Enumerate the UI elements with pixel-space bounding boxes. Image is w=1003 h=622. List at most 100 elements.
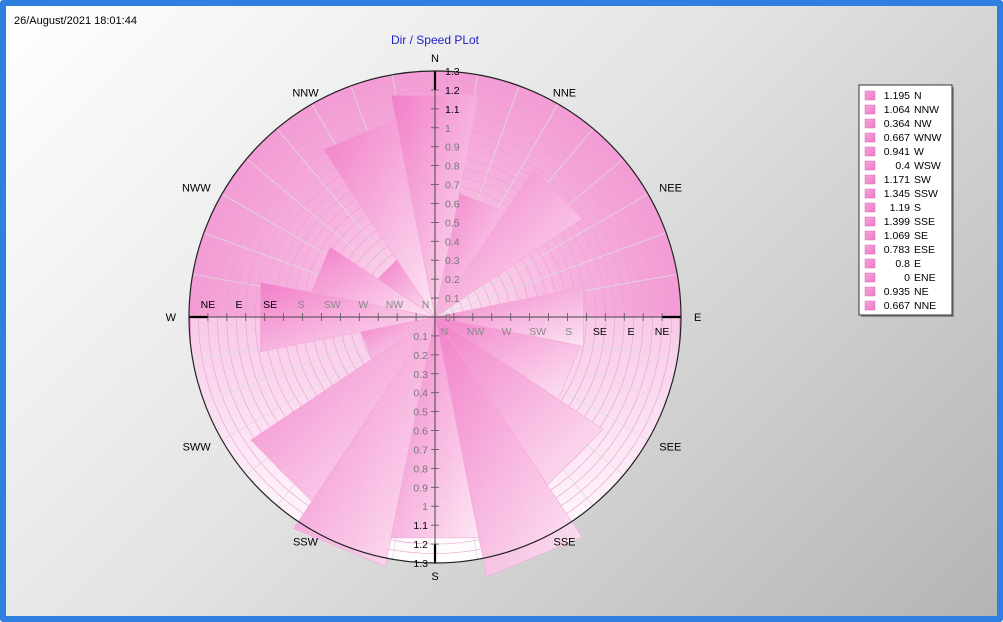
axis-label-right: W: [502, 326, 512, 338]
compass-label-nww: NWW: [182, 183, 211, 195]
radial-label-top: 1: [445, 123, 451, 135]
chart-title: Dir / Speed PLot: [391, 33, 480, 47]
legend-label: WNW: [914, 132, 941, 144]
radial-label-top: 1.2: [445, 85, 460, 97]
legend-value: 0.783: [884, 244, 910, 256]
radial-label-bottom: 0.1: [413, 331, 428, 343]
radial-label-top: 0: [445, 312, 451, 324]
legend-label: ESE: [914, 244, 935, 256]
legend-label: NE: [914, 286, 929, 298]
legend-label: NNE: [914, 300, 936, 312]
legend-value: 0.8: [895, 258, 910, 270]
compass-label-see: SEE: [659, 442, 681, 454]
axis-label-right: SW: [529, 326, 546, 338]
legend-value: 0.364: [884, 118, 910, 130]
radial-label-bottom: 0.8: [413, 463, 428, 475]
legend-swatch: [864, 300, 876, 311]
legend-swatch: [864, 132, 876, 143]
radial-label-top: 0.9: [445, 142, 460, 154]
legend-value: 1.195: [884, 90, 910, 102]
axis-label-left: SW: [324, 299, 341, 311]
axis-label-right: SE: [593, 326, 607, 338]
radial-label-top: 0.8: [445, 161, 460, 173]
compass-label-s: S: [431, 571, 438, 583]
legend-swatch: [864, 188, 876, 199]
legend-label: E: [914, 258, 921, 270]
radial-label-bottom: 0.5: [413, 407, 428, 419]
radial-label-top: 0.2: [445, 274, 460, 286]
legend-label: N: [914, 90, 922, 102]
compass-label-e: E: [694, 312, 701, 324]
compass-label-nnw: NNW: [292, 88, 319, 100]
legend-label: NNW: [914, 104, 939, 116]
radial-label-bottom: 0.9: [413, 482, 428, 494]
radial-label-bottom: 1: [422, 501, 428, 513]
legend-value: 1.345: [884, 188, 910, 200]
legend-value: 1.399: [884, 216, 910, 228]
legend-value: 0: [904, 272, 910, 284]
legend-swatch: [864, 216, 876, 227]
axis-label-left: NW: [386, 299, 404, 311]
radial-label-top: 0.6: [445, 198, 460, 210]
legend-swatch: [864, 258, 876, 269]
axis-label-left: SE: [263, 299, 277, 311]
legend-label: SSW: [914, 188, 938, 200]
legend-value: 0.667: [884, 132, 910, 144]
axis-label-left: W: [358, 299, 368, 311]
axis-label-right: N: [441, 326, 449, 338]
legend-swatch: [864, 160, 876, 171]
legend-swatch: [864, 104, 876, 115]
legend-swatch: [864, 90, 876, 101]
legend-swatch: [864, 202, 876, 213]
legend-value: 0.941: [884, 146, 910, 158]
legend-value: 0.667: [884, 300, 910, 312]
radial-label-bottom: 0.6: [413, 426, 428, 438]
legend-value: 0.4: [895, 160, 910, 172]
radial-label-bottom: 0.4: [413, 388, 428, 400]
axis-label-right: E: [627, 326, 634, 338]
axis-label-left: N: [422, 299, 430, 311]
axis-label-left: E: [236, 299, 243, 311]
radial-label-top: 0.5: [445, 217, 460, 229]
compass-label-nee: NEE: [659, 183, 682, 195]
compass-label-nne: NNE: [553, 88, 576, 100]
legend-label: ENE: [914, 272, 936, 284]
legend-label: NW: [914, 118, 932, 130]
legend-value: 1.171: [884, 174, 910, 186]
radial-label-top: 0.4: [445, 236, 460, 248]
legend-label: WSW: [914, 160, 941, 172]
wind-rose-chart: Dir / Speed PLot 0 0.1 0.1 0.2 0.2 0.3 0.3 0.4 0…: [166, 33, 954, 583]
radial-label-bottom: 0.7: [413, 444, 428, 456]
radial-label-top: 0.7: [445, 180, 460, 192]
legend-swatch: [864, 174, 876, 185]
legend: 1.195 N 1.064 NNW 0.364 NW 0.667 WNW 0.941 W 0.4 WS…: [858, 84, 954, 317]
legend-swatch: [864, 118, 876, 129]
radial-label-top: 0.3: [445, 255, 460, 267]
radial-label-top: 1.1: [445, 104, 460, 116]
legend-swatch: [864, 286, 876, 297]
radial-label-top: 1.3: [445, 66, 460, 78]
legend-label: SSE: [914, 216, 935, 228]
axis-label-right: S: [565, 326, 572, 338]
radial-label-bottom: 0.2: [413, 350, 428, 362]
compass-label-sww: SWW: [183, 442, 212, 454]
legend-label: W: [914, 146, 924, 158]
legend-value: 1.064: [884, 104, 910, 116]
axis-label-left: S: [298, 299, 305, 311]
legend-label: S: [914, 202, 921, 214]
compass-label-ssw: SSW: [293, 536, 319, 548]
legend-swatch: [864, 272, 876, 283]
legend-label: SW: [914, 174, 931, 186]
legend-value: 0.935: [884, 286, 910, 298]
axis-label-right: NW: [467, 326, 485, 338]
legend-value: 1.069: [884, 230, 910, 242]
compass-label-sse: SSE: [553, 536, 575, 548]
legend-swatch: [864, 230, 876, 241]
compass-label-w: W: [166, 312, 177, 324]
legend-label: SE: [914, 230, 928, 242]
axis-label-left: NE: [201, 299, 216, 311]
radial-label-bottom: 1.3: [413, 558, 428, 570]
legend-swatch: [864, 146, 876, 157]
radial-label-top: 0.1: [445, 293, 460, 305]
axis-label-right: NE: [655, 326, 670, 338]
